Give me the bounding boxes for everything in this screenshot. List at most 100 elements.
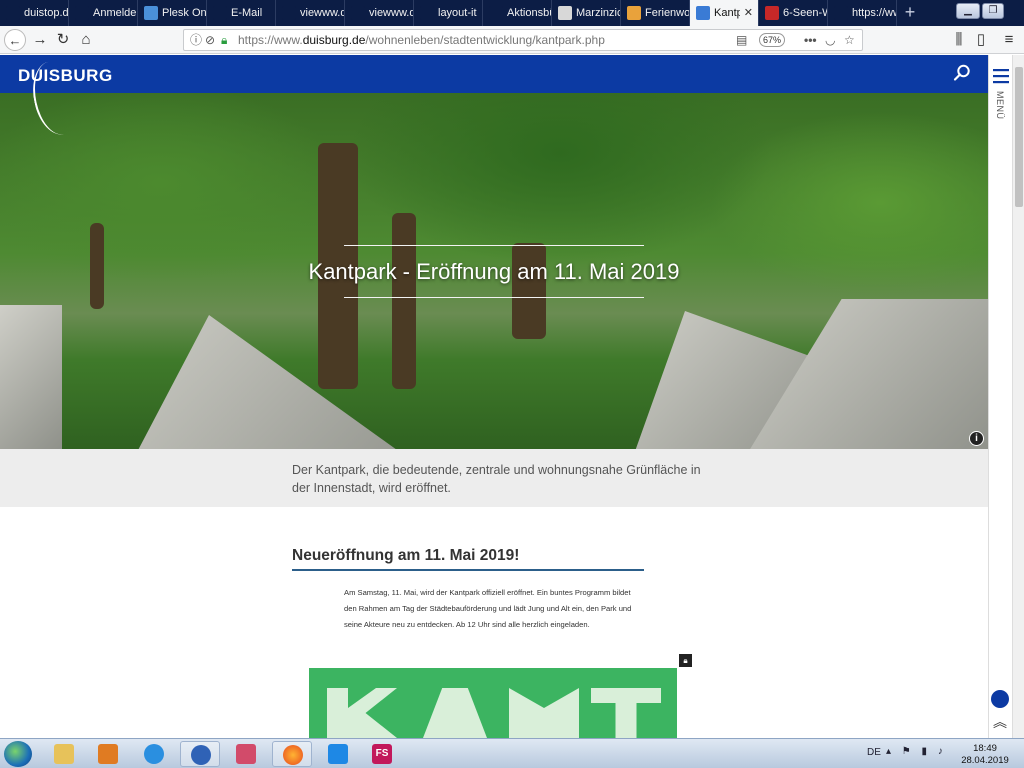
library-button[interactable]: ⫼ <box>948 29 970 51</box>
browser-tab[interactable]: Anmelden ‹ F <box>69 0 138 26</box>
browser-tab[interactable]: layout-it <box>414 0 483 26</box>
url-text[interactable]: https://www.duisburg.de/wohnenleben/stad… <box>238 30 605 50</box>
taskbar-thunderbird[interactable] <box>180 741 220 767</box>
site-header: DUISBURG <box>0 55 988 93</box>
reload-button[interactable]: ↻ <box>52 29 74 51</box>
site-side-rail: MENÜ ︽ <box>988 55 1012 738</box>
back-button[interactable]: ← <box>4 29 26 51</box>
system-tray-icons[interactable]: ▴ ⚑ ▮ ♪ <box>886 746 947 757</box>
new-tab-button[interactable]: + <box>897 0 923 26</box>
tab-label: layout-it <box>438 7 477 19</box>
firefox-icon <box>283 745 303 765</box>
granite-stone <box>104 315 404 449</box>
banner-letter-t <box>591 688 661 738</box>
zoom-level-badge[interactable]: 67% <box>759 33 785 47</box>
tab-label: 6-Seen-W <box>783 7 827 19</box>
browser-tab[interactable]: duistop.de <box>0 0 69 26</box>
reader-view-icon[interactable]: ▤ <box>736 32 747 48</box>
tab-label: Plesk Onyx <box>162 7 206 19</box>
sidebar-icon: ▯ <box>976 31 986 48</box>
copyright-lock-icon[interactable]: 🔒︎ <box>679 654 692 667</box>
section-body-text: Am Samstag, 11. Mai, wird der Kantpark o… <box>344 588 632 629</box>
pocket-icon[interactable]: ◡ <box>825 32 835 48</box>
taskbar-media-player[interactable] <box>88 741 128 767</box>
tab-favicon-icon <box>489 6 503 20</box>
minimize-window-button[interactable]: ▁ <box>956 3 980 19</box>
browser-tab[interactable]: Aktionsbündn <box>483 0 552 26</box>
clock-date[interactable]: 28.04.2019 <box>958 755 1012 766</box>
tab-label: Aktionsbündn <box>507 7 551 19</box>
tracking-protection-icon[interactable]: ⊘ <box>205 32 215 48</box>
tab-favicon-icon <box>420 6 434 20</box>
taskbar-firefox[interactable] <box>272 741 312 767</box>
web-page: DUISBURG Kantpark - Eröffnung am 11. Mai… <box>0 55 988 738</box>
input-language[interactable]: DE <box>867 747 881 758</box>
url-domain: duisburg.de <box>302 33 366 47</box>
lock-icon[interactable]: 🔒︎ <box>221 32 227 48</box>
menu-toggle-icon[interactable] <box>992 67 1010 85</box>
tab-favicon-icon <box>6 6 20 20</box>
page-scrollbar[interactable] <box>1012 55 1024 738</box>
tree-trunk <box>512 243 546 339</box>
taskbar-screenshot[interactable] <box>318 741 358 767</box>
browser-tab[interactable]: https://www.d <box>828 0 897 26</box>
taskbar-paint[interactable] <box>226 741 266 767</box>
search-icon[interactable] <box>953 64 971 82</box>
image-info-icon[interactable]: i <box>969 431 984 446</box>
paint-icon <box>236 744 256 764</box>
url-prefix: https://www. <box>238 33 303 47</box>
intro-band: Der Kantpark, die bedeutende, zentrale u… <box>0 449 988 507</box>
tree-trunk <box>90 223 104 309</box>
restore-window-button[interactable]: ❐ <box>982 3 1004 19</box>
tab-favicon-icon <box>351 6 365 20</box>
browser-tab[interactable]: E-Mail <box>207 0 276 26</box>
bookmark-star-icon[interactable]: ☆ <box>844 32 855 48</box>
tab-favicon-icon <box>213 6 227 20</box>
menu-label[interactable]: MENÜ <box>995 91 1005 120</box>
tab-label: Ferienwo <box>645 7 689 19</box>
kant-logo-banner <box>309 668 677 738</box>
info-icon[interactable]: ⓘ <box>190 32 202 48</box>
tab-favicon-icon <box>558 6 572 20</box>
arrow-left-icon: ← <box>8 33 22 48</box>
address-bar[interactable]: ⓘ ⊘ 🔒︎ https://www.duisburg.de/wohnenleb… <box>183 29 863 51</box>
clock-time[interactable]: 18:49 <box>965 743 1005 754</box>
folder-icon <box>54 744 74 764</box>
home-button[interactable]: ⌂ <box>75 29 97 51</box>
browser-tab[interactable]: 6-Seen-W <box>759 0 828 26</box>
section-heading: Neueröffnung am 11. Mai 2019! <box>292 547 520 564</box>
back-to-top-icon[interactable]: ︽ <box>993 715 1007 729</box>
internet-explorer-icon <box>144 744 164 764</box>
close-tab-icon[interactable]: ✕ <box>744 0 753 26</box>
browser-tab[interactable]: viewww.de/sp <box>345 0 414 26</box>
taskbar-internet-explorer[interactable] <box>134 741 174 767</box>
fs-app-icon: FS <box>372 744 392 764</box>
intro-text: Der Kantpark, die bedeutende, zentrale u… <box>292 463 701 495</box>
granite-stone <box>0 305 62 449</box>
hero-image: Kantpark - Eröffnung am 11. Mai 2019 i <box>0 93 988 449</box>
tab-favicon-icon <box>765 6 779 20</box>
url-path: /wohnenleben/stadtentwicklung/kantpark.p… <box>365 33 605 47</box>
taskbar-explorer[interactable] <box>44 741 84 767</box>
tab-favicon-icon <box>834 6 848 20</box>
browser-tab[interactable]: Kantpa ✕ <box>690 0 759 26</box>
hero-title-rule-bottom <box>344 297 644 298</box>
browser-tab[interactable]: Plesk Onyx <box>138 0 207 26</box>
page-actions-icon[interactable]: ••• <box>804 32 817 48</box>
start-button[interactable] <box>4 741 32 767</box>
browser-tab[interactable]: Ferienwo <box>621 0 690 26</box>
accessibility-icon[interactable] <box>991 690 1009 708</box>
browser-tab-bar: duistop.de Anmelden ‹ F Plesk Onyx E-Mail vi… <box>0 0 1024 26</box>
windows-taskbar: FS DE ▴ ⚑ ▮ ♪ 18:49 28.04.2019 <box>0 738 1024 768</box>
forward-button[interactable]: → <box>29 29 51 51</box>
taskbar-fs-app[interactable]: FS <box>362 741 402 767</box>
app-menu-button[interactable]: ≡ <box>998 29 1020 51</box>
tab-label: viewww.de/sp <box>369 7 413 19</box>
sidebar-toggle-button[interactable]: ▯ <box>970 29 992 51</box>
banner-letter-a <box>423 688 487 738</box>
scrollbar-thumb[interactable] <box>1015 67 1023 207</box>
browser-tab[interactable]: viewww.de/12 <box>276 0 345 26</box>
browser-tab[interactable]: Marzinzic <box>552 0 621 26</box>
tab-favicon-icon <box>75 6 89 20</box>
tab-favicon-icon <box>144 6 158 20</box>
